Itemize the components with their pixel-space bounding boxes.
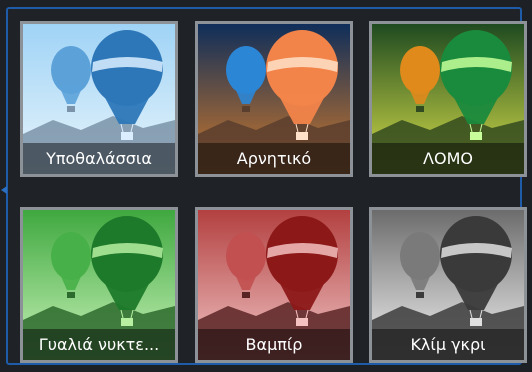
- panel-handle-icon[interactable]: [1, 186, 7, 194]
- effect-tile-vampire[interactable]: Βαμπίρ: [195, 207, 353, 363]
- effect-label: Βαμπίρ: [198, 329, 350, 360]
- effect-tile-lomo[interactable]: ΛΟΜΟ: [369, 21, 527, 177]
- effect-label: Γυαλιά νυκτε...: [23, 329, 175, 360]
- effect-tile-cool-grey[interactable]: Κλίμ γκρι: [369, 207, 527, 363]
- effect-label: Κλίμ γκρι: [372, 329, 524, 360]
- effect-tile-night-vision[interactable]: Γυαλιά νυκτε...: [20, 207, 178, 363]
- effect-label: Αρνητικό: [198, 143, 350, 174]
- effect-tile-negative[interactable]: Αρνητικό: [195, 21, 353, 177]
- effect-label: Υποθαλάσσια: [23, 143, 175, 174]
- effect-tile-underwater[interactable]: Υποθαλάσσια: [20, 21, 178, 177]
- effect-label: ΛΟΜΟ: [372, 143, 524, 174]
